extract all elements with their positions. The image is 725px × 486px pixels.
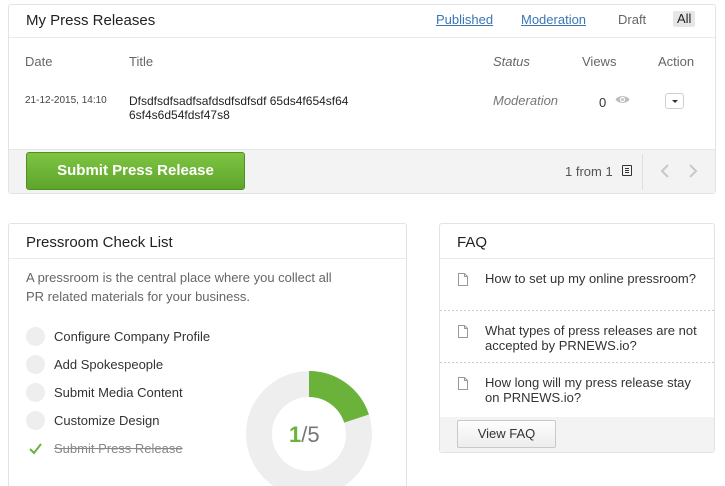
- view-faq-button[interactable]: View FAQ: [457, 420, 556, 448]
- faq-footer: View FAQ: [440, 417, 714, 452]
- tab-draft[interactable]: Draft: [618, 12, 646, 27]
- chevron-left-icon[interactable]: [657, 162, 673, 180]
- press-releases-panel: My Press Releases Published Moderation D…: [8, 4, 716, 194]
- pressroom-checklist-panel: Pressroom Check List A pressroom is the …: [8, 223, 407, 486]
- faq-question: How to set up my online pressroom?: [485, 271, 696, 286]
- tab-published[interactable]: Published: [436, 12, 493, 27]
- page-list-icon[interactable]: [622, 165, 632, 176]
- checklist-description: A pressroom is the central place where y…: [26, 270, 332, 304]
- document-icon: [458, 377, 468, 390]
- document-icon: [458, 325, 468, 338]
- press-releases-header: My Press Releases Published Moderation D…: [9, 5, 715, 38]
- progress-done-count: 1: [289, 422, 302, 447]
- checklist-item-label: Submit Press Release: [54, 441, 183, 456]
- faq-item[interactable]: How long will my press release stay on P…: [440, 363, 714, 415]
- progress-donut-fill: [308, 371, 369, 424]
- pagination-divider: [642, 154, 643, 190]
- column-header-date: Date: [25, 54, 53, 69]
- panel-title: My Press Releases: [26, 12, 156, 29]
- progress-counter: 1/5: [289, 422, 320, 448]
- divider: [9, 258, 406, 259]
- panel-title: FAQ: [457, 234, 488, 251]
- row-views: 0: [599, 95, 607, 110]
- eye-icon: [615, 96, 630, 103]
- row-action-dropdown-button[interactable]: [665, 93, 684, 109]
- check-icon: [29, 443, 42, 455]
- faq-panel: FAQ How to set up my online pressroom? W…: [439, 223, 715, 453]
- unchecked-circle-icon: [26, 383, 45, 402]
- tab-moderation[interactable]: Moderation: [521, 12, 586, 27]
- checklist-item-label: Customize Design: [54, 413, 160, 428]
- column-header-views: Views: [582, 54, 617, 69]
- unchecked-circle-icon: [26, 411, 45, 430]
- row-title[interactable]: Dfsdfsdfsadfsafdsdfsdfsdf 65ds4f654sf64 …: [129, 94, 389, 122]
- faq-question: What types of press releases are not acc…: [485, 323, 697, 353]
- checklist-item-label: Configure Company Profile: [54, 329, 211, 344]
- panel-title: Pressroom Check List: [26, 234, 173, 251]
- column-header-action: Action: [658, 54, 695, 69]
- unchecked-circle-icon: [26, 327, 45, 346]
- unchecked-circle-icon: [26, 355, 45, 374]
- faq-item[interactable]: What types of press releases are not acc…: [440, 311, 714, 363]
- checklist-item-label: Submit Media Content: [54, 385, 183, 400]
- progress-total: /5: [301, 422, 320, 447]
- column-header-status: Status: [493, 54, 530, 69]
- checklist-item-label: Add Spokespeople: [54, 357, 164, 372]
- chevron-right-icon[interactable]: [685, 162, 701, 180]
- faq-question: How long will my press release stay on P…: [485, 375, 691, 405]
- press-releases-footer: Submit Press Release 1 from 1: [9, 149, 715, 193]
- document-icon: [458, 273, 468, 286]
- column-header-title: Title: [129, 54, 154, 69]
- tab-all[interactable]: All: [673, 11, 696, 27]
- submit-press-release-button[interactable]: Submit Press Release: [26, 152, 245, 190]
- row-status: Moderation: [493, 93, 559, 108]
- row-date: 21-12-2015, 14:10: [25, 95, 107, 106]
- pagination-text: 1 from 1: [565, 164, 613, 179]
- faq-item[interactable]: How to set up my online pressroom?: [440, 259, 714, 311]
